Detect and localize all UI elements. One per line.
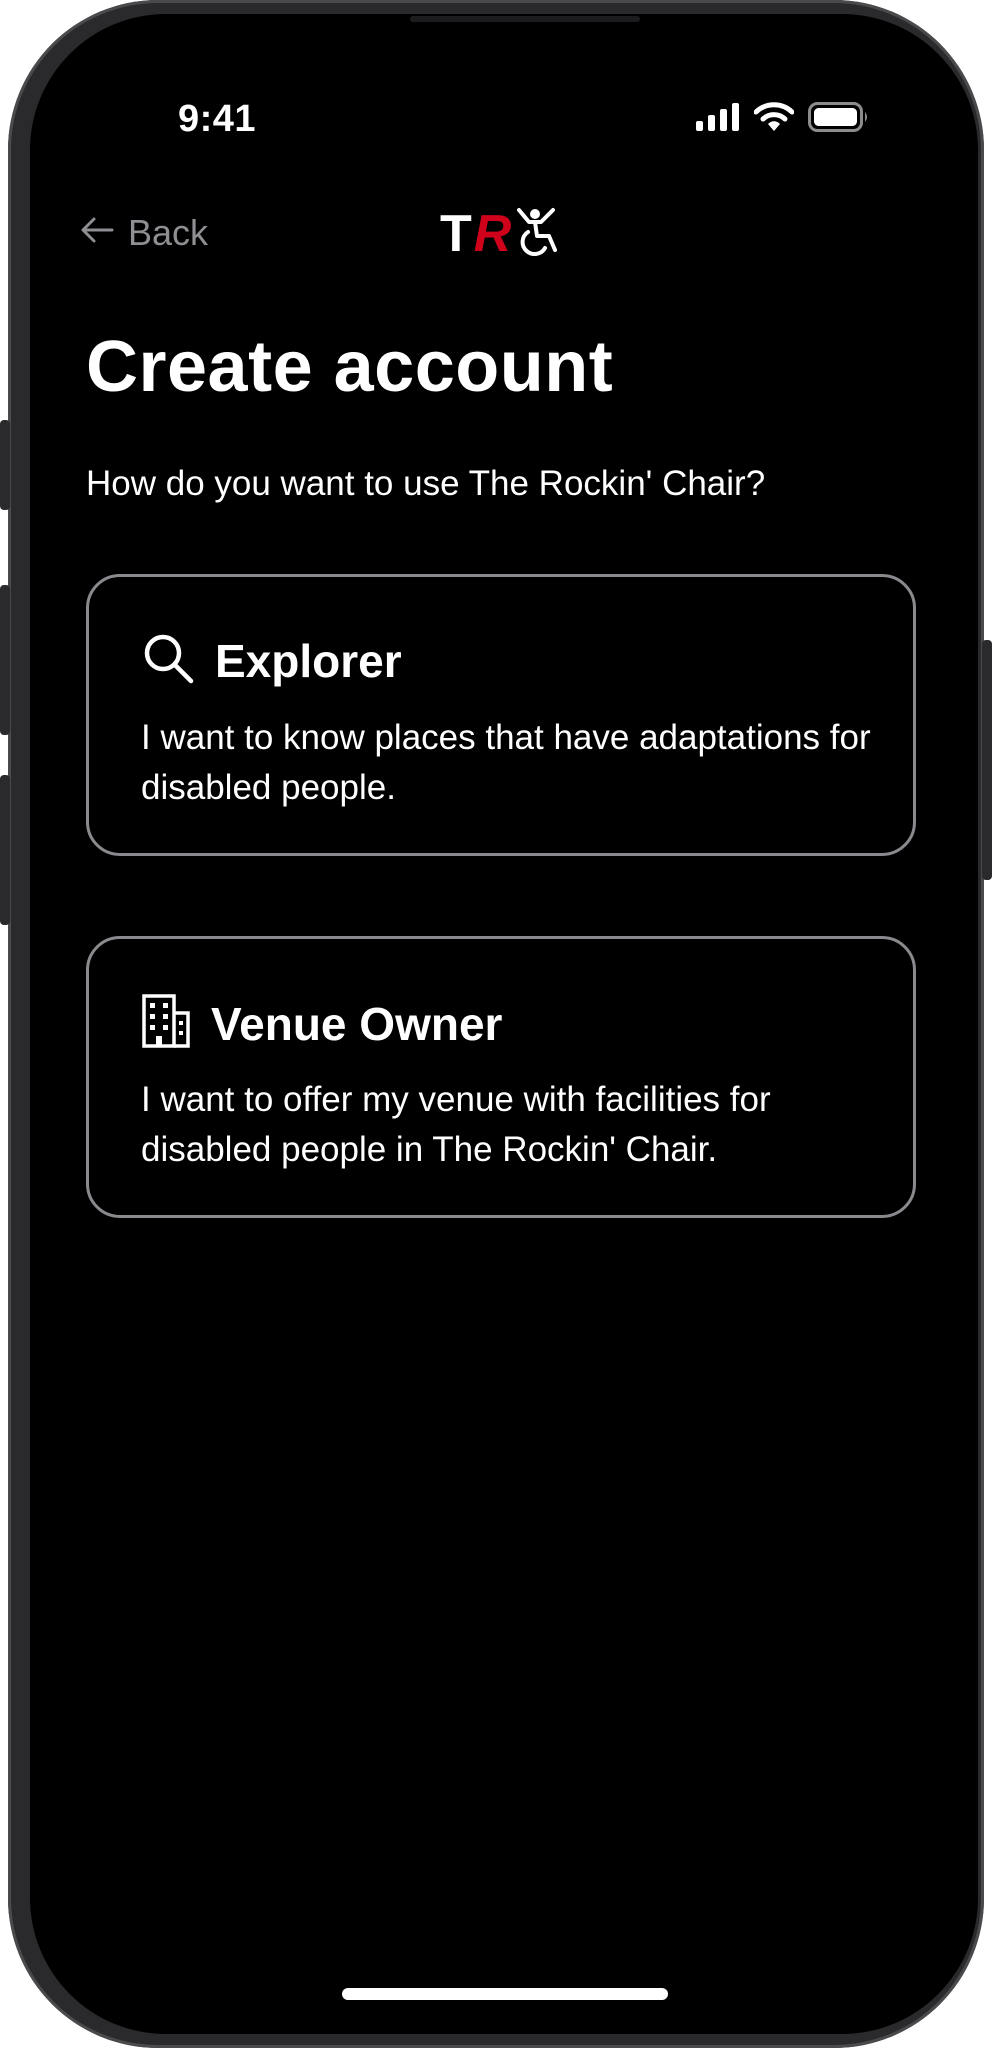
search-icon xyxy=(141,631,195,690)
home-indicator[interactable] xyxy=(342,1988,668,2000)
explorer-title: Explorer xyxy=(215,634,402,687)
app-logo: T R xyxy=(440,206,559,261)
explorer-option-card[interactable]: Explorer I want to know places that have… xyxy=(86,574,916,856)
back-button[interactable]: Back xyxy=(80,212,208,254)
status-icons xyxy=(696,102,870,137)
building-icon xyxy=(141,993,191,1054)
volume-up-button xyxy=(0,585,10,735)
card-header: Venue Owner xyxy=(141,993,502,1054)
power-button xyxy=(982,640,992,880)
wifi-icon xyxy=(753,102,795,137)
page-title: Create account xyxy=(86,327,614,407)
phone-frame: 9:41 Back T R Create account How do you … xyxy=(0,0,992,2048)
status-time: 9:41 xyxy=(178,98,257,140)
wheelchair-person-icon xyxy=(515,206,559,261)
card-header: Explorer xyxy=(141,631,402,690)
venue-owner-description: I want to offer my venue with facilities… xyxy=(141,1080,771,1169)
battery-icon xyxy=(808,102,870,137)
logo-letter-r: R xyxy=(473,204,512,263)
screen: 9:41 Back T R Create account How do you … xyxy=(30,14,978,2034)
cellular-signal-icon xyxy=(696,103,740,136)
venue-owner-option-card[interactable]: Venue Owner I want to offer my venue wit… xyxy=(86,936,916,1218)
arrow-left-icon xyxy=(80,212,114,254)
volume-down-button xyxy=(0,775,10,925)
logo-letter-t: T xyxy=(440,204,472,263)
back-label: Back xyxy=(128,212,209,253)
page-subtitle: How do you want to use The Rockin' Chair… xyxy=(86,464,766,503)
speaker-grille xyxy=(410,16,640,22)
action-button xyxy=(0,420,10,510)
explorer-description: I want to know places that have adaptati… xyxy=(141,718,871,807)
venue-owner-title: Venue Owner xyxy=(211,997,503,1050)
